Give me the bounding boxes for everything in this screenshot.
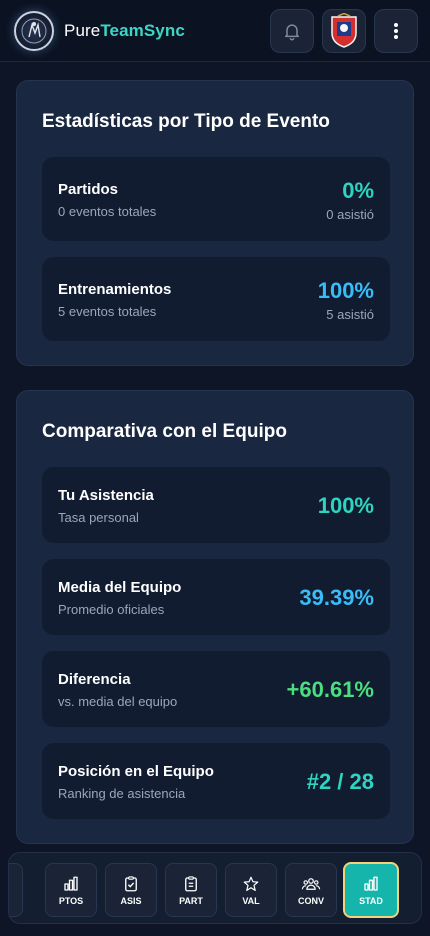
- stat-subtitle: Tasa personal: [58, 510, 139, 525]
- clipboard-check-icon: [125, 875, 137, 891]
- stat-name: Posición en el Equipo: [58, 763, 214, 780]
- bar-chart-icon: [64, 876, 78, 891]
- nav-label: VAL: [242, 895, 260, 906]
- stat-value: #2 / 28: [306, 769, 374, 794]
- bottom-navigation: PTOS ASIS PART VAL CONV STAD: [8, 852, 422, 924]
- nav-label: CONV: [297, 895, 324, 906]
- more-vertical-icon: [394, 23, 398, 39]
- users-icon: [301, 877, 321, 890]
- stat-name: Entrenamientos: [58, 281, 172, 298]
- team-logo[interactable]: [14, 11, 54, 51]
- clipboard-list-icon: [185, 875, 197, 891]
- nav-item-partial[interactable]: [9, 863, 23, 917]
- stat-row-partidos: Partidos 0 eventos totales 0% 0 asistió: [42, 157, 390, 241]
- stat-subtitle: Promedio oficiales: [58, 602, 165, 617]
- brand-part-1: Pure: [64, 21, 101, 40]
- stat-subtitle: 0 eventos totales: [58, 204, 157, 219]
- stat-row-diferencia: Diferencia vs. media del equipo +60.61%: [42, 651, 390, 727]
- app-brand: PureTeamSync: [64, 21, 185, 41]
- club-badge-button[interactable]: [322, 9, 366, 53]
- nav-item-val[interactable]: VAL: [225, 863, 277, 917]
- nav-item-conv[interactable]: CONV: [285, 863, 337, 917]
- stat-name: Tu Asistencia: [58, 487, 154, 504]
- stat-value: 39.39%: [299, 585, 374, 610]
- more-menu-button[interactable]: [374, 9, 418, 53]
- bar-chart-icon: [364, 876, 378, 891]
- event-stats-title: Estadísticas por Tipo de Evento: [42, 111, 330, 132]
- stat-detail: 0 asistió: [326, 207, 374, 222]
- stat-name: Diferencia: [58, 671, 131, 688]
- nav-label: STAD: [359, 895, 383, 906]
- top-bar: PureTeamSync: [0, 0, 430, 62]
- stat-row-media-equipo: Media del Equipo Promedio oficiales 39.3…: [42, 559, 390, 635]
- notifications-button[interactable]: [270, 9, 314, 53]
- nav-item-part[interactable]: PART: [165, 863, 217, 917]
- stat-row-entrenamientos: Entrenamientos 5 eventos totales 100% 5 …: [42, 257, 390, 341]
- bell-icon: [285, 24, 299, 41]
- nav-label: PTOS: [58, 895, 84, 906]
- nav-label: PART: [179, 895, 203, 906]
- stat-value: 0%: [342, 178, 374, 203]
- team-comparison-title: Comparativa con el Equipo: [42, 421, 287, 442]
- stat-row-posicion: Posición en el Equipo Ranking de asisten…: [42, 743, 390, 819]
- stat-subtitle: 5 eventos totales: [58, 304, 157, 319]
- nav-label: ASIS: [120, 895, 142, 906]
- stat-name: Media del Equipo: [58, 579, 182, 596]
- nav-item-asis[interactable]: ASIS: [105, 863, 157, 917]
- stat-name: Partidos: [58, 181, 119, 198]
- logo-emblem-icon: [21, 18, 47, 44]
- club-crest-icon: [331, 13, 357, 48]
- event-stats-card: Estadísticas por Tipo de Evento Partidos…: [16, 80, 414, 366]
- star-icon: [243, 876, 259, 891]
- stat-row-tu-asistencia: Tu Asistencia Tasa personal 100%: [42, 467, 390, 543]
- stat-subtitle: vs. media del equipo: [58, 694, 178, 709]
- nav-item-ptos[interactable]: PTOS: [45, 863, 97, 917]
- stat-subtitle: Ranking de asistencia: [58, 786, 186, 801]
- nav-item-stad[interactable]: STAD: [343, 862, 399, 918]
- brand-part-2: TeamSync: [100, 21, 185, 40]
- team-comparison-card: Comparativa con el Equipo Tu Asistencia …: [16, 390, 414, 844]
- stat-detail: 5 asistió: [326, 307, 374, 322]
- stat-value: +60.61%: [286, 677, 374, 702]
- stat-value: 100%: [317, 493, 374, 518]
- stat-value: 100%: [317, 278, 374, 303]
